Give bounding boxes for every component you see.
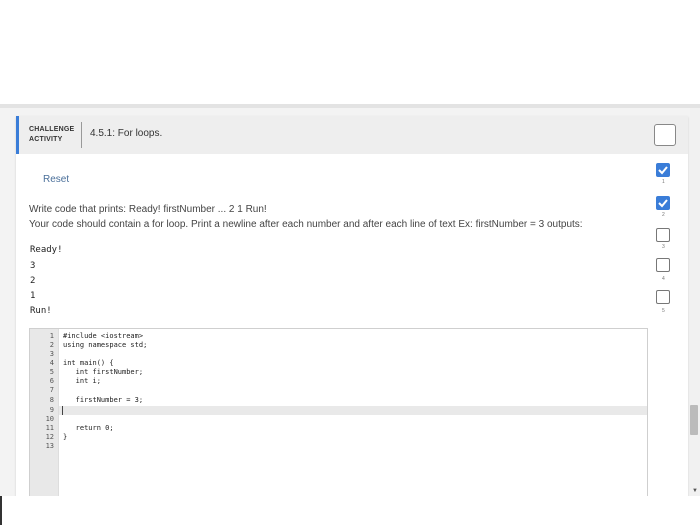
line-number: 5 (49, 368, 54, 376)
bottom-edge (0, 496, 2, 525)
code-line[interactable]: int firstNumber; (63, 368, 143, 376)
challenge-activity-card: CHALLENGE ACTIVITY 4.5.1: For loops. Res… (16, 116, 688, 522)
code-line[interactable]: int main() { (63, 359, 114, 367)
line-number: 13 (45, 442, 54, 450)
example-output-line: Run! (30, 306, 52, 316)
page-scrollbar[interactable] (690, 108, 700, 496)
activity-title: 4.5.1: For loops. (90, 128, 163, 139)
tag-line-1: CHALLENGE (29, 126, 75, 133)
instructions-line-1: Write code that prints: Ready! firstNumb… (29, 204, 267, 215)
level-4-checkbox-icon[interactable] (656, 258, 670, 272)
level-number: 1 (662, 179, 665, 185)
level-number: 5 (662, 308, 665, 314)
line-number: 8 (49, 396, 54, 404)
code-line[interactable]: return 0; (63, 424, 114, 432)
reset-button[interactable]: Reset (43, 174, 69, 185)
example-output-line: 3 (30, 261, 36, 271)
instructions-line-2: Your code should contain a for loop. Pri… (29, 219, 583, 230)
line-number-gutter: 1 2 3 4 5 6 7 8 9 10 11 12 13 (30, 329, 59, 522)
check-icon (658, 199, 668, 208)
tag-line-2: ACTIVITY (29, 136, 63, 143)
scrollbar-thumb[interactable] (690, 405, 698, 435)
active-line-highlight (59, 406, 647, 415)
line-number: 2 (49, 341, 54, 349)
code-line[interactable]: using namespace std; (63, 341, 147, 349)
header-accent-bar (16, 116, 19, 154)
level-2-checkbox-icon[interactable] (656, 196, 670, 210)
challenge-activity-tag: CHALLENGE ACTIVITY (29, 125, 77, 145)
code-line[interactable]: int i; (63, 377, 101, 385)
bottom-area (0, 496, 700, 525)
text-cursor (62, 406, 63, 415)
check-icon (658, 166, 668, 175)
code-line[interactable]: } (63, 433, 67, 441)
example-output-line: 2 (30, 276, 36, 286)
level-number: 2 (662, 212, 665, 218)
line-number: 6 (49, 377, 54, 385)
code-editor[interactable]: 1 2 3 4 5 6 7 8 9 10 11 12 13 #include <… (29, 328, 648, 522)
top-blank-area (0, 0, 700, 104)
line-number: 10 (45, 415, 54, 423)
level-number: 3 (662, 244, 665, 250)
line-number: 1 (49, 332, 54, 340)
level-3-checkbox-icon[interactable] (656, 228, 670, 242)
line-number: 12 (45, 433, 54, 441)
example-output-line: 1 (30, 291, 36, 301)
line-number: 7 (49, 386, 54, 394)
code-line[interactable]: firstNumber = 3; (63, 396, 143, 404)
level-1-checkbox-icon[interactable] (656, 163, 670, 177)
scroll-down-arrow-icon[interactable]: ▼ (692, 488, 698, 494)
line-number: 3 (49, 350, 54, 358)
activity-complete-checkbox-icon (654, 124, 676, 146)
line-number: 11 (45, 424, 54, 432)
header-separator (81, 122, 82, 148)
level-5-checkbox-icon[interactable] (656, 290, 670, 304)
line-number: 4 (49, 359, 54, 367)
level-number: 4 (662, 276, 665, 282)
example-output-line: Ready! (30, 245, 63, 255)
code-line[interactable]: #include <iostream> (63, 332, 143, 340)
line-number: 9 (49, 406, 54, 414)
activity-header: CHALLENGE ACTIVITY 4.5.1: For loops. (16, 116, 688, 154)
